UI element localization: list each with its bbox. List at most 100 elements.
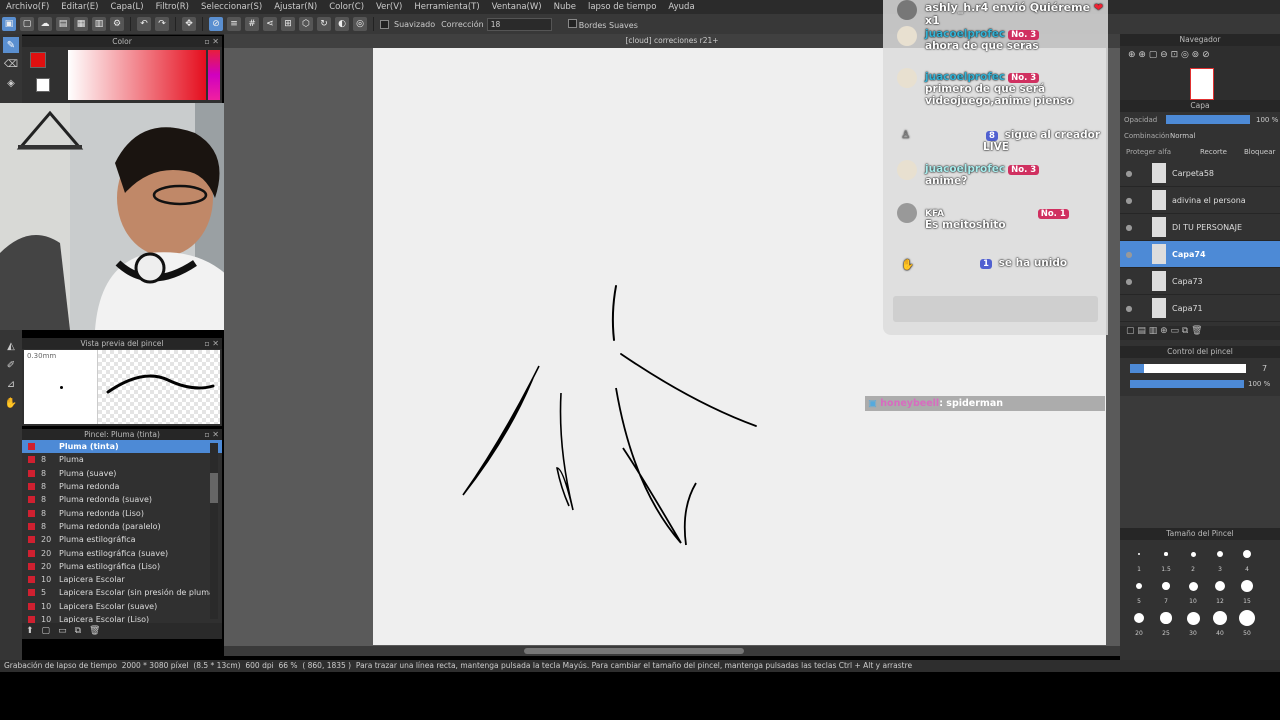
visibility-icon[interactable]: ● bbox=[1124, 277, 1134, 286]
transform-icon[interactable]: ✥ bbox=[182, 17, 196, 31]
brush-list-item[interactable]: 8 Pluma bbox=[22, 453, 222, 466]
panel-close-icon[interactable]: ▫ ✕ bbox=[204, 429, 219, 440]
brush-list-item[interactable]: 5 Lapicera Escolar (sin presión de pluma) bbox=[22, 586, 222, 599]
brush-list-item[interactable]: Pluma (tinta) bbox=[22, 440, 222, 454]
soft-edges-checkbox[interactable] bbox=[567, 18, 577, 28]
layer-footer-icons[interactable]: ▢ ▤ ▥ ⊕ ▭ ⧉ 🗑 bbox=[1120, 326, 1280, 340]
brush-list-item[interactable]: 20 Pluma estilográfica (suave) bbox=[22, 546, 222, 559]
new-file-icon[interactable]: ▢ bbox=[20, 17, 34, 31]
visibility-icon[interactable]: ● bbox=[1124, 223, 1134, 232]
sub-color-swatch[interactable] bbox=[36, 78, 50, 92]
fill-tool-icon[interactable]: ◭ bbox=[3, 338, 19, 354]
menu-lapso[interactable]: lapso de tiempo bbox=[582, 2, 662, 12]
rotate-icon[interactable]: ↻ bbox=[317, 17, 331, 31]
brush-size-cell[interactable]: 1.5 bbox=[1153, 544, 1179, 574]
correction-input[interactable]: 18 bbox=[486, 17, 552, 31]
brush-size-cell[interactable]: 7 bbox=[1153, 576, 1179, 606]
menu-ayuda[interactable]: Ayuda bbox=[662, 2, 700, 12]
snap-ruler-icon[interactable]: ≡ bbox=[227, 17, 241, 31]
layer-row[interactable]: ● Capa71 bbox=[1120, 295, 1280, 322]
brush-list-scroll-thumb[interactable] bbox=[210, 473, 218, 503]
snap-grid-icon[interactable]: # bbox=[245, 17, 259, 31]
menu-archivo[interactable]: Archivo(F) bbox=[0, 2, 55, 12]
folder-icon[interactable]: ▭ bbox=[58, 626, 67, 636]
target-icon[interactable]: ◎ bbox=[353, 17, 367, 31]
brush-list-item[interactable]: 8 Pluma (suave) bbox=[22, 467, 222, 480]
canvas-horizontal-scrollbar[interactable] bbox=[224, 646, 1120, 656]
brush-list-item[interactable]: 10 Lapicera Escolar (suave) bbox=[22, 600, 222, 613]
clip-checkbox[interactable]: Recorte bbox=[1200, 148, 1227, 156]
menu-ver[interactable]: Ver(V) bbox=[370, 2, 408, 12]
blend-select[interactable]: Normal bbox=[1170, 132, 1195, 140]
brush-list-item[interactable]: 20 Pluma estilográfica (Liso) bbox=[22, 560, 222, 573]
layer-row[interactable]: ● Carpeta58 bbox=[1120, 160, 1280, 187]
canvas-scroll-thumb[interactable] bbox=[524, 648, 744, 654]
brush-size-cell[interactable]: 50 bbox=[1234, 608, 1260, 638]
chat-input-box[interactable] bbox=[893, 296, 1098, 322]
menu-editar[interactable]: Editar(E) bbox=[55, 2, 104, 12]
brush-tool-icon[interactable]: ✐ bbox=[3, 357, 19, 373]
delete-icon[interactable]: 🗑 bbox=[89, 626, 100, 636]
protect-alpha-checkbox[interactable]: Proteger alfa bbox=[1126, 148, 1171, 156]
panel-close-icon[interactable]: ▫ ✕ bbox=[204, 36, 219, 47]
blend-tool-icon[interactable]: ◈ bbox=[3, 75, 19, 91]
smooth-checkbox[interactable] bbox=[380, 19, 389, 29]
color-saturation-area[interactable] bbox=[68, 50, 206, 100]
eraser-tool-icon[interactable]: ⌫ bbox=[3, 56, 19, 72]
new-brush-icon[interactable]: ▢ bbox=[42, 626, 51, 636]
brush-list-item[interactable]: 8 Pluma redonda (paralelo) bbox=[22, 520, 222, 533]
brush-list-item[interactable]: 20 Pluma estilográfica bbox=[22, 533, 222, 546]
visibility-icon[interactable]: ● bbox=[1124, 304, 1134, 313]
layer-row[interactable]: ● adivina el persona bbox=[1120, 187, 1280, 214]
redo-icon[interactable]: ↷ bbox=[155, 17, 169, 31]
upload-icon[interactable]: ⬆ bbox=[26, 626, 34, 636]
cloud-icon[interactable]: ☁ bbox=[38, 17, 52, 31]
menu-color[interactable]: Color(C) bbox=[323, 2, 370, 12]
app-icon[interactable]: ▣ bbox=[2, 17, 16, 31]
panel-close-icon[interactable]: ▫ ✕ bbox=[204, 338, 219, 349]
brush-size-cell[interactable]: 25 bbox=[1153, 608, 1179, 638]
settings-icon[interactable]: ⚙ bbox=[110, 17, 124, 31]
hand-tool-icon[interactable]: ✋ bbox=[3, 395, 19, 411]
brush-size-cell[interactable]: 4 bbox=[1234, 544, 1260, 574]
snap-perspective-icon[interactable]: ⋖ bbox=[263, 17, 277, 31]
brush-size-cell[interactable]: 30 bbox=[1180, 608, 1206, 638]
lock-checkbox[interactable]: Bloquear bbox=[1244, 148, 1275, 156]
print-icon[interactable]: ▥ bbox=[92, 17, 106, 31]
main-color-swatch[interactable] bbox=[30, 52, 46, 68]
brush-size-slider[interactable] bbox=[1130, 364, 1246, 373]
menu-nube[interactable]: Nube bbox=[548, 2, 582, 12]
brush-size-cell[interactable]: 40 bbox=[1207, 608, 1233, 638]
eyedropper-tool-icon[interactable]: ⊿ bbox=[3, 376, 19, 392]
brush-size-cell[interactable]: 10 bbox=[1180, 576, 1206, 606]
brush-list-item[interactable]: 8 Pluma redonda (Liso) bbox=[22, 506, 222, 519]
color-hue-slider[interactable] bbox=[208, 50, 220, 100]
brush-size-cell[interactable]: 5 bbox=[1126, 576, 1152, 606]
layer-row[interactable]: ● DI TU PERSONAJE bbox=[1120, 214, 1280, 241]
navigator-zoom-icons[interactable]: ⊕ ⊕ ▢ ⊖ ⊡ ◎ ⊚ ⊘ bbox=[1128, 50, 1210, 60]
brush-size-cell[interactable]: 15 bbox=[1234, 576, 1260, 606]
menu-seleccionar[interactable]: Seleccionar(S) bbox=[195, 2, 268, 12]
layer-row[interactable]: ● Capa74 bbox=[1120, 241, 1280, 268]
flip-icon[interactable]: ◐ bbox=[335, 17, 349, 31]
visibility-icon[interactable]: ● bbox=[1124, 169, 1134, 178]
undo-icon[interactable]: ↶ bbox=[137, 17, 151, 31]
snap-special-icon[interactable]: ⊞ bbox=[281, 17, 295, 31]
visibility-icon[interactable]: ● bbox=[1124, 196, 1134, 205]
brush-list-item[interactable]: 10 Lapicera Escolar bbox=[22, 573, 222, 586]
opacity-slider[interactable] bbox=[1166, 115, 1250, 124]
menu-ventana[interactable]: Ventana(W) bbox=[486, 2, 548, 12]
menu-filtro[interactable]: Filtro(R) bbox=[150, 2, 195, 12]
brush-size-cell[interactable]: 3 bbox=[1207, 544, 1233, 574]
layer-row[interactable]: ● Capa73 bbox=[1120, 268, 1280, 295]
snap-off-icon[interactable]: ⊘ bbox=[209, 17, 223, 31]
snap-shape-icon[interactable]: ⬡ bbox=[299, 17, 313, 31]
brush-opacity-slider[interactable] bbox=[1130, 380, 1244, 388]
pen-tool-icon[interactable]: ✎ bbox=[3, 37, 19, 53]
menu-herramienta[interactable]: Herramienta(T) bbox=[408, 2, 485, 12]
brush-size-cell[interactable]: 20 bbox=[1126, 608, 1152, 638]
menu-capa[interactable]: Capa(L) bbox=[104, 2, 149, 12]
brush-list-scrollbar[interactable] bbox=[210, 443, 218, 619]
save-icon[interactable]: ▤ bbox=[56, 17, 70, 31]
brush-list-item[interactable]: 8 Pluma redonda bbox=[22, 480, 222, 493]
